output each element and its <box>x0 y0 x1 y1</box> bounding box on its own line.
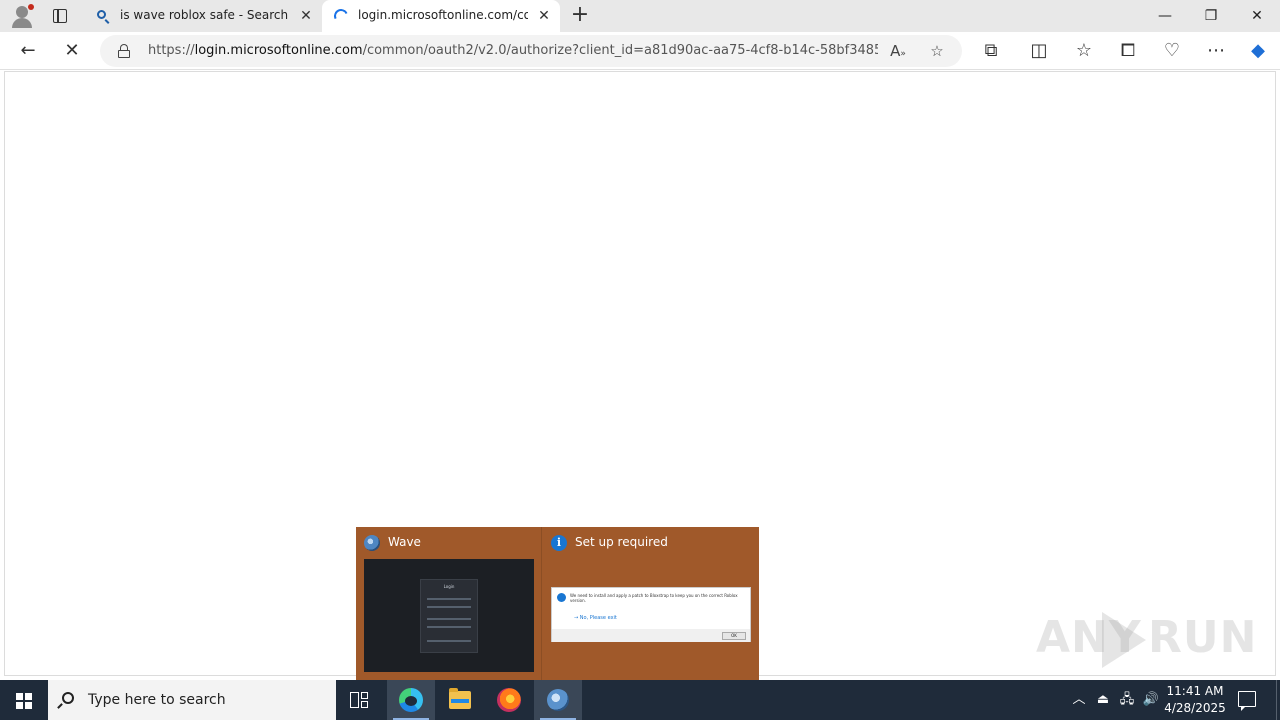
more-options-icon[interactable]: ⋯ <box>1202 37 1230 65</box>
browser-toolbar: ← ✕ https://login.microsoftonline.com/co… <box>0 32 1280 70</box>
show-hidden-icons-chevron-icon[interactable]: ︿ <box>1068 680 1090 720</box>
stop-loading-button[interactable]: ✕ <box>58 37 86 65</box>
tab-actions-icon[interactable] <box>46 4 74 28</box>
wave-app-icon <box>364 535 380 551</box>
close-tab-icon[interactable]: ✕ <box>536 8 552 24</box>
volume-icon[interactable]: 🔊 <box>1140 680 1162 720</box>
wave-icon <box>547 689 569 711</box>
close-window-button[interactable]: ✕ <box>1234 0 1280 32</box>
favorite-star-icon[interactable]: ☆ <box>926 40 948 62</box>
thumbnail-title: Wave <box>388 535 421 549</box>
show-desktop-button[interactable] <box>1276 680 1280 720</box>
setup-message-preview: We need to install and apply a patch to … <box>570 593 738 603</box>
tab-title: login.microsoftonline.com/common <box>358 8 528 22</box>
login-panel-preview: Login <box>420 579 478 653</box>
setup-dialog-preview: We need to install and apply a patch to … <box>551 587 751 642</box>
search-favicon-icon <box>96 9 110 23</box>
notification-center-icon[interactable] <box>1238 691 1256 711</box>
favorites-icon[interactable]: ☆ <box>1070 37 1098 65</box>
task-view-button[interactable] <box>336 680 384 720</box>
windows-taskbar: Type here to search ︿ ⏏ 🖧 🔊 11:41 AM 4/2… <box>0 680 1280 720</box>
extensions-icon[interactable]: ⧉ <box>977 37 1005 65</box>
taskbar-firefox[interactable] <box>485 680 533 720</box>
clock-time: 11:41 AM <box>1166 684 1224 698</box>
watermark-right-text: RUN <box>1148 612 1258 663</box>
firefox-icon <box>497 688 521 712</box>
wave-window-preview: Login <box>364 559 534 672</box>
minimize-button[interactable]: — <box>1142 0 1188 32</box>
start-button[interactable] <box>0 680 48 720</box>
usb-device-icon[interactable]: ⏏ <box>1092 680 1114 720</box>
copilot-icon[interactable]: ◆ <box>1244 37 1272 65</box>
exit-link-preview: → No, Please exit <box>574 615 617 621</box>
tab-search[interactable]: is wave roblox safe - Search ✕ <box>84 0 322 32</box>
url-path: /common/oauth2/v2.0/authorize?client_id=… <box>362 43 878 58</box>
search-icon <box>62 692 74 704</box>
taskbar-search-box[interactable]: Type here to search <box>48 680 336 720</box>
ok-button-preview: OK <box>722 632 746 640</box>
taskbar-file-explorer[interactable] <box>436 680 484 720</box>
collections-icon[interactable]: ⧠ <box>1114 37 1142 65</box>
taskbar-edge[interactable] <box>387 680 435 720</box>
url-scheme: https:// <box>148 43 195 58</box>
edge-icon <box>399 688 423 712</box>
taskbar-thumbnail-popup: Wave Login i Set up required We need to … <box>356 527 759 680</box>
search-placeholder: Type here to search <box>88 692 226 708</box>
new-tab-button[interactable]: + <box>568 4 592 28</box>
browser-essentials-icon[interactable]: ♡ <box>1158 37 1186 65</box>
taskbar-clock[interactable]: 11:41 AM 4/28/2025 <box>1160 683 1230 717</box>
dialog-footer-preview: OK <box>552 629 750 642</box>
browser-tab-strip: is wave roblox safe - Search ✕ login.mic… <box>0 0 1280 32</box>
clock-date: 4/28/2025 <box>1164 701 1226 715</box>
info-icon <box>557 593 566 602</box>
info-icon: i <box>551 535 567 551</box>
loading-spinner-icon <box>332 7 350 25</box>
taskbar-wave[interactable] <box>534 680 582 720</box>
thumbnail-title: Set up required <box>575 535 668 549</box>
file-explorer-icon <box>449 688 471 709</box>
url-host: login.microsoftonline.com <box>194 43 363 58</box>
restore-button[interactable]: ❐ <box>1188 0 1234 32</box>
url-text[interactable]: https://login.microsoftonline.com/common… <box>148 43 878 58</box>
back-button[interactable]: ← <box>14 37 42 65</box>
profile-avatar-icon[interactable] <box>8 4 36 28</box>
lock-icon[interactable] <box>118 44 130 58</box>
profile-notification-dot <box>28 4 34 10</box>
network-icon[interactable]: 🖧 <box>1116 680 1138 720</box>
thumbnail-setup-required[interactable]: i Set up required We need to install and… <box>543 527 759 680</box>
read-aloud-icon[interactable]: A» <box>887 40 909 62</box>
split-screen-icon[interactable]: ◫ <box>1025 37 1053 65</box>
tab-login[interactable]: login.microsoftonline.com/common ✕ <box>322 0 560 32</box>
tab-title: is wave roblox safe - Search <box>120 8 289 22</box>
address-bar[interactable]: https://login.microsoftonline.com/common… <box>100 35 962 67</box>
login-title-preview: Login <box>443 584 455 589</box>
play-icon <box>1102 612 1146 668</box>
anyrun-watermark: ANY RUN <box>1036 608 1256 670</box>
task-view-icon <box>350 692 368 708</box>
thumbnail-wave[interactable]: Wave Login <box>356 527 542 680</box>
close-tab-icon[interactable]: ✕ <box>298 8 314 24</box>
